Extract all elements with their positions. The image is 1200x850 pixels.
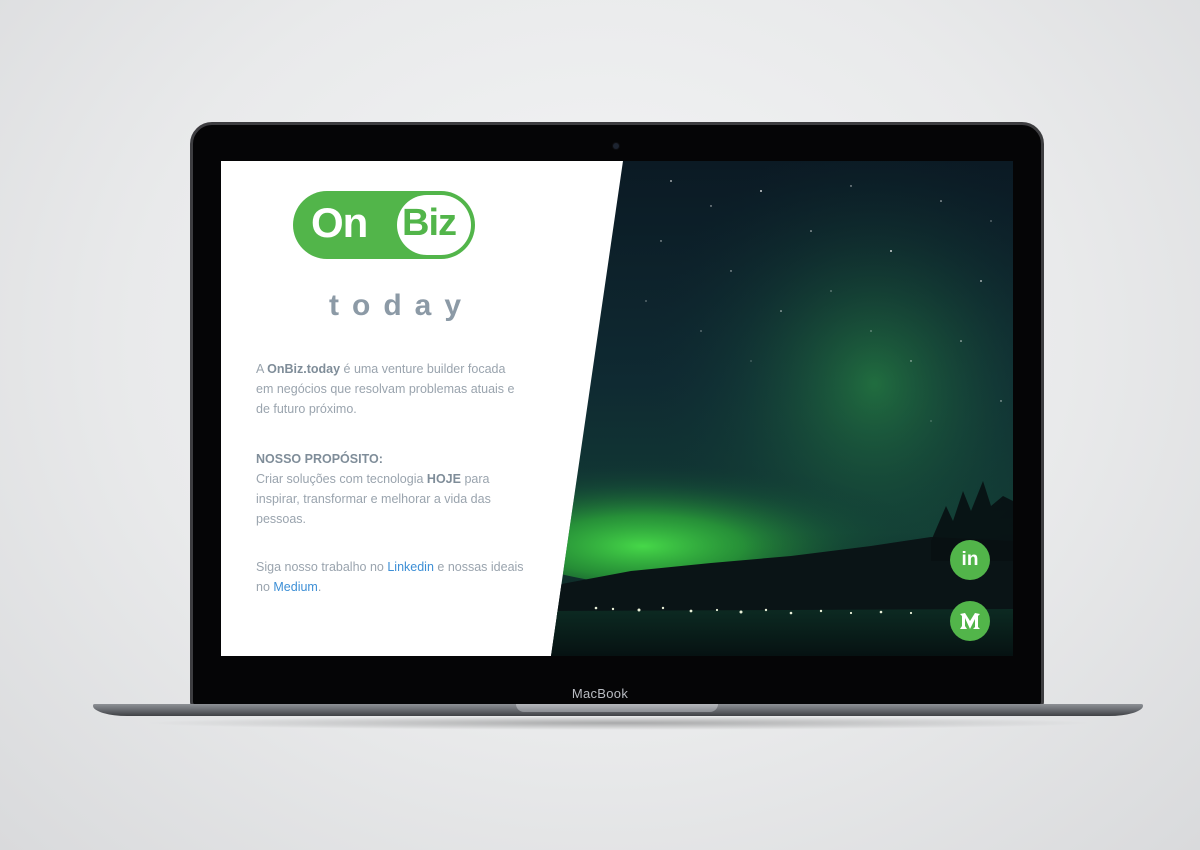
intro-paragraph: A OnBiz.today é uma venture builder foca… (256, 359, 526, 419)
website-screen: On Biz today A OnBiz.today é uma venture… (221, 161, 1013, 656)
logo-on-text: On (311, 199, 368, 246)
logo-today-text: today (329, 289, 475, 322)
medium-button[interactable] (950, 601, 990, 641)
aurora-photo (551, 161, 1013, 656)
camera-icon (613, 143, 619, 149)
linkedin-icon: in (961, 549, 979, 570)
intro-brand: OnBiz.today (267, 362, 341, 376)
device-label: MacBook (571, 686, 629, 701)
purpose-emphasis: HOJE (426, 472, 461, 486)
follow-text-after: . (317, 580, 322, 594)
purpose-heading: NOSSO PROPÓSITO: (256, 452, 383, 466)
purpose-paragraph: NOSSO PROPÓSITO: Criar soluções com tecn… (256, 449, 526, 529)
follow-paragraph: Siga nosso trabalho no Linkedin e nossas… (256, 557, 526, 597)
intro-prefix: A (256, 362, 268, 376)
logo-biz-text: Biz (402, 202, 457, 244)
follow-text-before: Siga nosso trabalho no (256, 560, 388, 574)
laptop-notch (516, 704, 718, 712)
linkedin-link[interactable]: Linkedin (387, 560, 434, 574)
medium-link[interactable]: Medium (273, 580, 317, 594)
purpose-text-before: Criar soluções com tecnologia (256, 472, 427, 486)
linkedin-button[interactable]: in (950, 540, 990, 580)
onbiz-logo[interactable]: On Biz today (293, 191, 478, 331)
laptop-shadow (140, 716, 1096, 730)
medium-icon (960, 613, 980, 629)
